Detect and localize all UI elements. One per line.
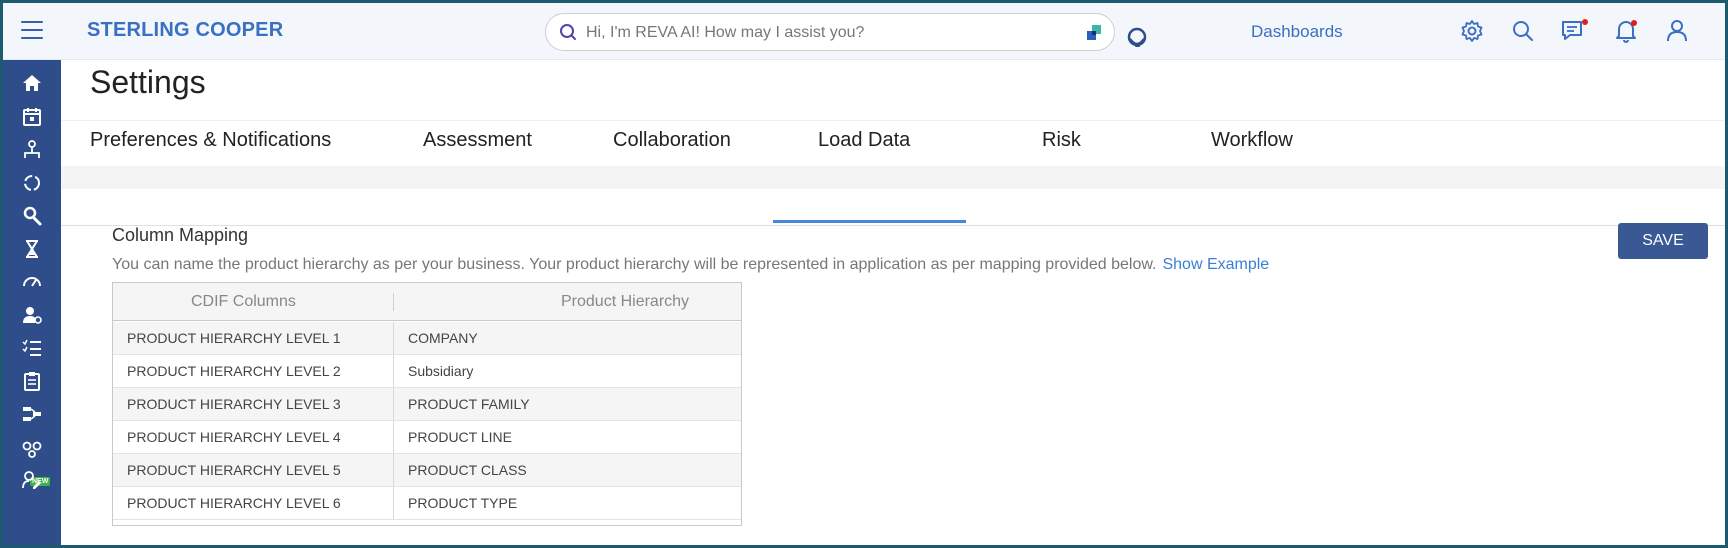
clipboard-icon[interactable] [21, 370, 43, 392]
tab-collaboration[interactable]: Collaboration [613, 129, 731, 152]
messages-button[interactable] [1560, 18, 1588, 44]
hierarchy-name-cell[interactable]: PRODUCT LINE [408, 429, 512, 445]
search-icon [560, 24, 576, 40]
tab-workflow[interactable]: Workflow [1211, 129, 1293, 152]
page-title: Settings [90, 64, 206, 100]
table-row: PRODUCT HIERARCHY LEVEL 1 COMPANY [113, 322, 741, 355]
tab-load-data[interactable]: Load Data [818, 129, 910, 152]
column-mapping-description: You can name the product hierarchy as pe… [112, 256, 1269, 274]
checklist-icon[interactable] [21, 337, 43, 359]
search-input[interactable] [586, 22, 1056, 44]
column-separator [393, 293, 394, 311]
section-spacer [61, 166, 1725, 189]
notifications-button[interactable] [1613, 18, 1639, 44]
cdif-column-cell: PRODUCT HIERARCHY LEVEL 2 [127, 363, 341, 379]
column-header-cdif: CDIF Columns [191, 293, 296, 310]
support-agent-icon[interactable] [1123, 23, 1151, 51]
tab-preferences-notifications[interactable]: Preferences & Notifications [90, 129, 331, 152]
settings-icon[interactable] [1459, 18, 1485, 44]
new-feature-icon[interactable] [21, 436, 43, 458]
hourglass-icon[interactable] [21, 238, 43, 260]
search-icon[interactable] [1510, 18, 1536, 44]
cycle-icon[interactable] [21, 172, 43, 194]
user-icon[interactable] [1664, 18, 1690, 44]
hierarchy-name-cell[interactable]: PRODUCT TYPE [408, 495, 517, 511]
hierarchy-name-cell[interactable]: PRODUCT FAMILY [408, 396, 530, 412]
unread-indicator [1631, 20, 1637, 26]
save-button[interactable]: SAVE [1618, 223, 1708, 259]
home-icon[interactable] [21, 72, 43, 94]
app-window: STERLING COOPER Dashboards [0, 0, 1728, 548]
table-row: PRODUCT HIERARCHY LEVEL 5 PRODUCT CLASS [113, 454, 741, 487]
user-settings-icon[interactable] [21, 304, 43, 326]
column-header-product-hierarchy: Product Hierarchy [561, 293, 690, 310]
ai-search-box[interactable] [545, 13, 1115, 51]
column-mapping-table: CDIF Columns Product Hierarchy PRODUCT H… [112, 282, 742, 526]
cdif-column-cell: PRODUCT HIERARCHY LEVEL 1 [127, 330, 341, 346]
hierarchy-name-cell[interactable]: PRODUCT CLASS [408, 462, 527, 478]
table-row: PRODUCT HIERARCHY LEVEL 2 Subsidiary [113, 355, 741, 388]
unread-indicator [1582, 19, 1588, 25]
divider [61, 225, 1725, 226]
hierarchy-name-cell[interactable]: Subsidiary [408, 363, 473, 379]
active-tab-indicator [773, 220, 966, 223]
hierarchy-name-cell[interactable]: COMPANY [408, 330, 478, 346]
search-person-icon[interactable] [21, 205, 43, 227]
calendar-icon[interactable] [21, 106, 43, 128]
tab-assessment[interactable]: Assessment [423, 129, 532, 152]
top-bar: STERLING COOPER Dashboards [3, 3, 1725, 60]
cdif-column-cell: PRODUCT HIERARCHY LEVEL 3 [127, 396, 341, 412]
hierarchy-icon[interactable] [21, 139, 43, 161]
brand-name[interactable]: STERLING COOPER [87, 19, 283, 42]
cdif-column-cell: PRODUCT HIERARCHY LEVEL 5 [127, 462, 341, 478]
table-row: PRODUCT HIERARCHY LEVEL 6 PRODUCT TYPE [113, 487, 741, 520]
menu-icon[interactable] [21, 21, 43, 39]
table-header: CDIF Columns Product Hierarchy [113, 283, 741, 321]
user-edit-icon[interactable] [21, 469, 43, 491]
assistant-logo-icon[interactable] [1084, 23, 1104, 43]
cdif-column-cell: PRODUCT HIERARCHY LEVEL 4 [127, 429, 341, 445]
tab-risk[interactable]: Risk [1042, 129, 1081, 152]
sidebar: NEW [3, 60, 61, 545]
column-mapping-title: Column Mapping [112, 225, 249, 245]
main-content: Settings Preferences & Notifications Ass… [61, 60, 1725, 545]
dashboards-link[interactable]: Dashboards [1251, 22, 1343, 42]
cdif-column-cell: PRODUCT HIERARCHY LEVEL 6 [127, 495, 341, 511]
description-text: You can name the product hierarchy as pe… [112, 256, 1157, 273]
table-row: PRODUCT HIERARCHY LEVEL 3 PRODUCT FAMILY [113, 388, 741, 421]
workflow-icon[interactable] [21, 403, 43, 425]
show-example-link[interactable]: Show Example [1162, 256, 1269, 273]
table-row: PRODUCT HIERARCHY LEVEL 4 PRODUCT LINE [113, 421, 741, 454]
gauge-icon[interactable] [21, 271, 43, 293]
